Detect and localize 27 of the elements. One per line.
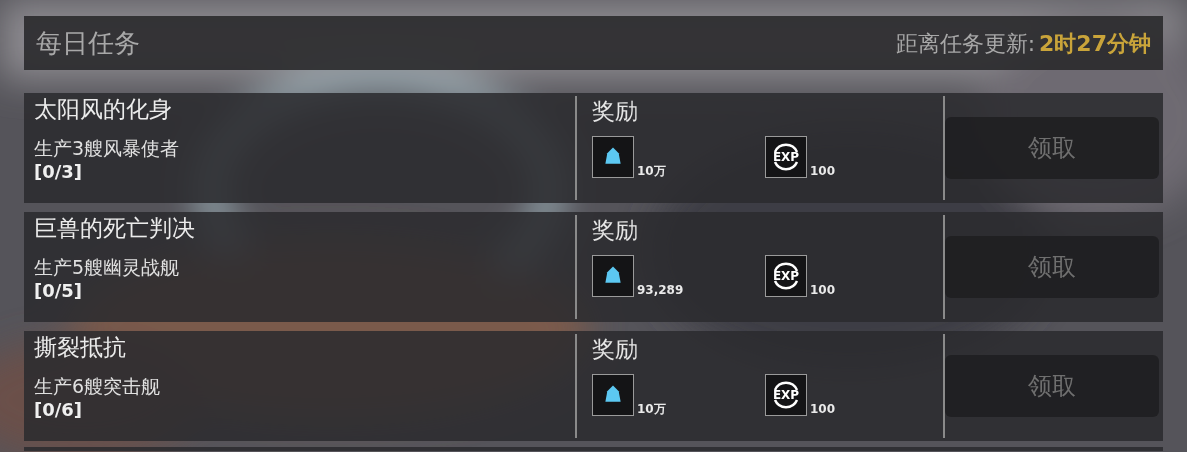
reward-label: 奖励 [592,216,638,245]
reward-label: 奖励 [592,335,638,364]
reward-amount: 93,289 [637,283,684,297]
reward-amount: 100 [810,283,836,297]
panel-title: 每日任务 [36,26,140,60]
ring-icon [771,142,801,172]
reward-label: 奖励 [592,97,638,126]
crystal-icon [592,374,634,416]
task-name: 巨兽的死亡判决 [34,214,196,243]
task-description: 生产5艘幽灵战舰 [34,255,181,279]
crystal-icon [592,255,634,297]
exp-label: EXP [772,270,800,282]
reward-amount: 100 [810,164,836,178]
task-name: 太阳风的化身 [34,95,173,124]
task-description: 生产6艘突击舰 [34,374,162,398]
task-name: 撕裂抵抗 [34,333,127,362]
reward-amount: 100 [810,402,836,416]
exp-label: EXP [772,389,800,401]
ring-icon [771,261,801,291]
ring-icon [771,380,801,410]
task-description: 生产3艘风暴使者 [34,136,181,160]
exp-label: EXP [772,151,800,163]
reward-amount: 10万 [637,164,666,178]
reward-amount: 10万 [637,402,666,416]
refresh-timer: 2时27分钟 [1039,29,1151,58]
refresh-label: 距离任务更新: [895,29,1036,58]
crystal-icon [592,136,634,178]
